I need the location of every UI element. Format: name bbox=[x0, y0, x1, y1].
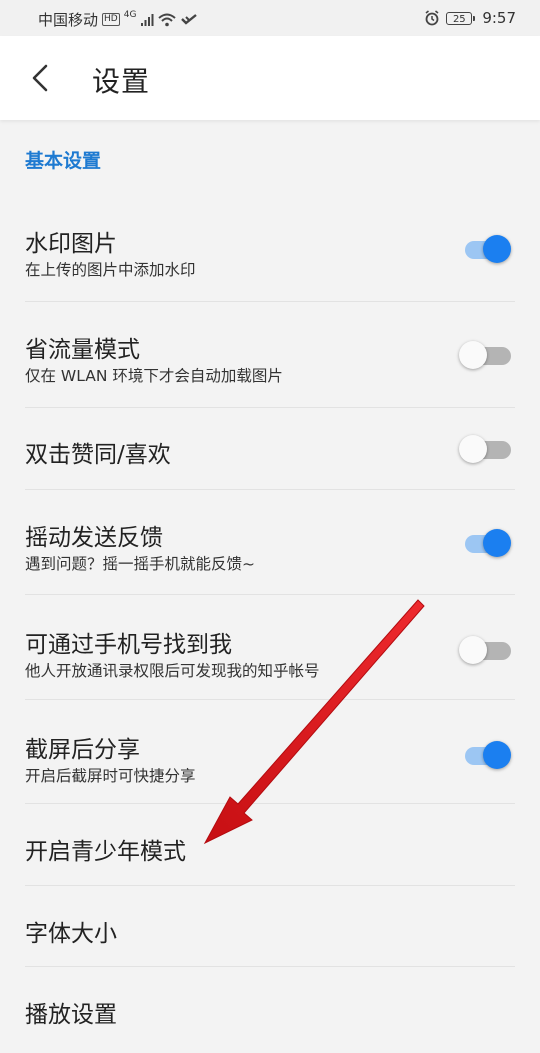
back-arrow-icon bbox=[32, 64, 48, 92]
carrier-name: 中国移动 bbox=[38, 11, 99, 29]
setting-teen-mode[interactable]: 开启青少年模式 bbox=[0, 804, 540, 886]
hd-badge: HD bbox=[102, 13, 120, 26]
setting-label: 可通过手机号找到我 bbox=[25, 632, 232, 658]
toggle-thumb bbox=[483, 235, 511, 263]
alarm-icon bbox=[425, 10, 439, 26]
watermark-toggle[interactable] bbox=[463, 234, 511, 263]
app-header: 设置 bbox=[0, 36, 540, 120]
setting-label: 播放设置 bbox=[25, 1002, 117, 1028]
setting-label: 开启青少年模式 bbox=[25, 839, 186, 865]
setting-font-size[interactable]: 字体大小 bbox=[0, 886, 540, 967]
battery-icon: 25 bbox=[446, 11, 476, 25]
data-saver-toggle[interactable] bbox=[459, 340, 511, 369]
status-bar: 中国移动 HD 4G 25 9:57 bbox=[0, 0, 540, 36]
shake-feedback-toggle[interactable] bbox=[463, 528, 511, 557]
setting-playback[interactable]: 播放设置 bbox=[0, 967, 540, 1051]
back-button[interactable] bbox=[24, 58, 60, 98]
data-saver-icon bbox=[181, 13, 198, 25]
setting-description: 开启后截屏时可快捷分享 bbox=[25, 767, 196, 785]
clock: 9:57 bbox=[482, 9, 516, 27]
setting-label: 省流量模式 bbox=[25, 337, 140, 363]
setting-label: 双击赞同/喜欢 bbox=[25, 442, 171, 468]
toggle-thumb bbox=[483, 741, 511, 769]
network-type: 4G bbox=[123, 9, 137, 20]
setting-shake-feedback[interactable]: 摇动发送反馈 遇到问题？摇一摇手机就能反馈~ bbox=[0, 490, 540, 595]
setting-watermark[interactable]: 水印图片 在上传的图片中添加水印 bbox=[0, 190, 540, 302]
toggle-thumb bbox=[483, 529, 511, 557]
setting-description: 遇到问题？摇一摇手机就能反馈~ bbox=[25, 555, 255, 573]
wifi-icon bbox=[158, 13, 177, 26]
setting-description: 他人开放通讯录权限后可发现我的知乎帐号 bbox=[25, 662, 320, 680]
setting-data-saver[interactable]: 省流量模式 仅在 WLAN 环境下才会自动加载图片 bbox=[0, 302, 540, 408]
setting-description: 仅在 WLAN 环境下才会自动加载图片 bbox=[25, 367, 283, 385]
screenshot-share-toggle[interactable] bbox=[463, 740, 511, 769]
page-title: 设置 bbox=[92, 65, 151, 98]
section-title: 基本设置 bbox=[25, 150, 102, 172]
settings-list: 水印图片 在上传的图片中添加水印 省流量模式 仅在 WLAN 环境下才会自动加载… bbox=[0, 190, 540, 1051]
status-right: 25 9:57 bbox=[424, 9, 516, 27]
setting-label: 截屏后分享 bbox=[25, 737, 140, 763]
toggle-thumb bbox=[459, 435, 487, 463]
toggle-thumb bbox=[459, 341, 487, 369]
setting-label: 字体大小 bbox=[25, 921, 117, 947]
status-left: 中国移动 HD 4G bbox=[38, 9, 198, 30]
setting-double-tap-like[interactable]: 双击赞同/喜欢 bbox=[0, 408, 540, 490]
double-tap-toggle[interactable] bbox=[459, 434, 511, 463]
setting-description: 在上传的图片中添加水印 bbox=[25, 261, 196, 279]
toggle-thumb bbox=[459, 636, 487, 664]
setting-label: 摇动发送反馈 bbox=[25, 525, 163, 551]
setting-screenshot-share[interactable]: 截屏后分享 开启后截屏时可快捷分享 bbox=[0, 700, 540, 804]
setting-label: 水印图片 bbox=[25, 231, 117, 257]
find-by-phone-toggle[interactable] bbox=[459, 635, 511, 664]
signal-icon bbox=[141, 13, 154, 26]
setting-find-by-phone[interactable]: 可通过手机号找到我 他人开放通讯录权限后可发现我的知乎帐号 bbox=[0, 595, 540, 700]
